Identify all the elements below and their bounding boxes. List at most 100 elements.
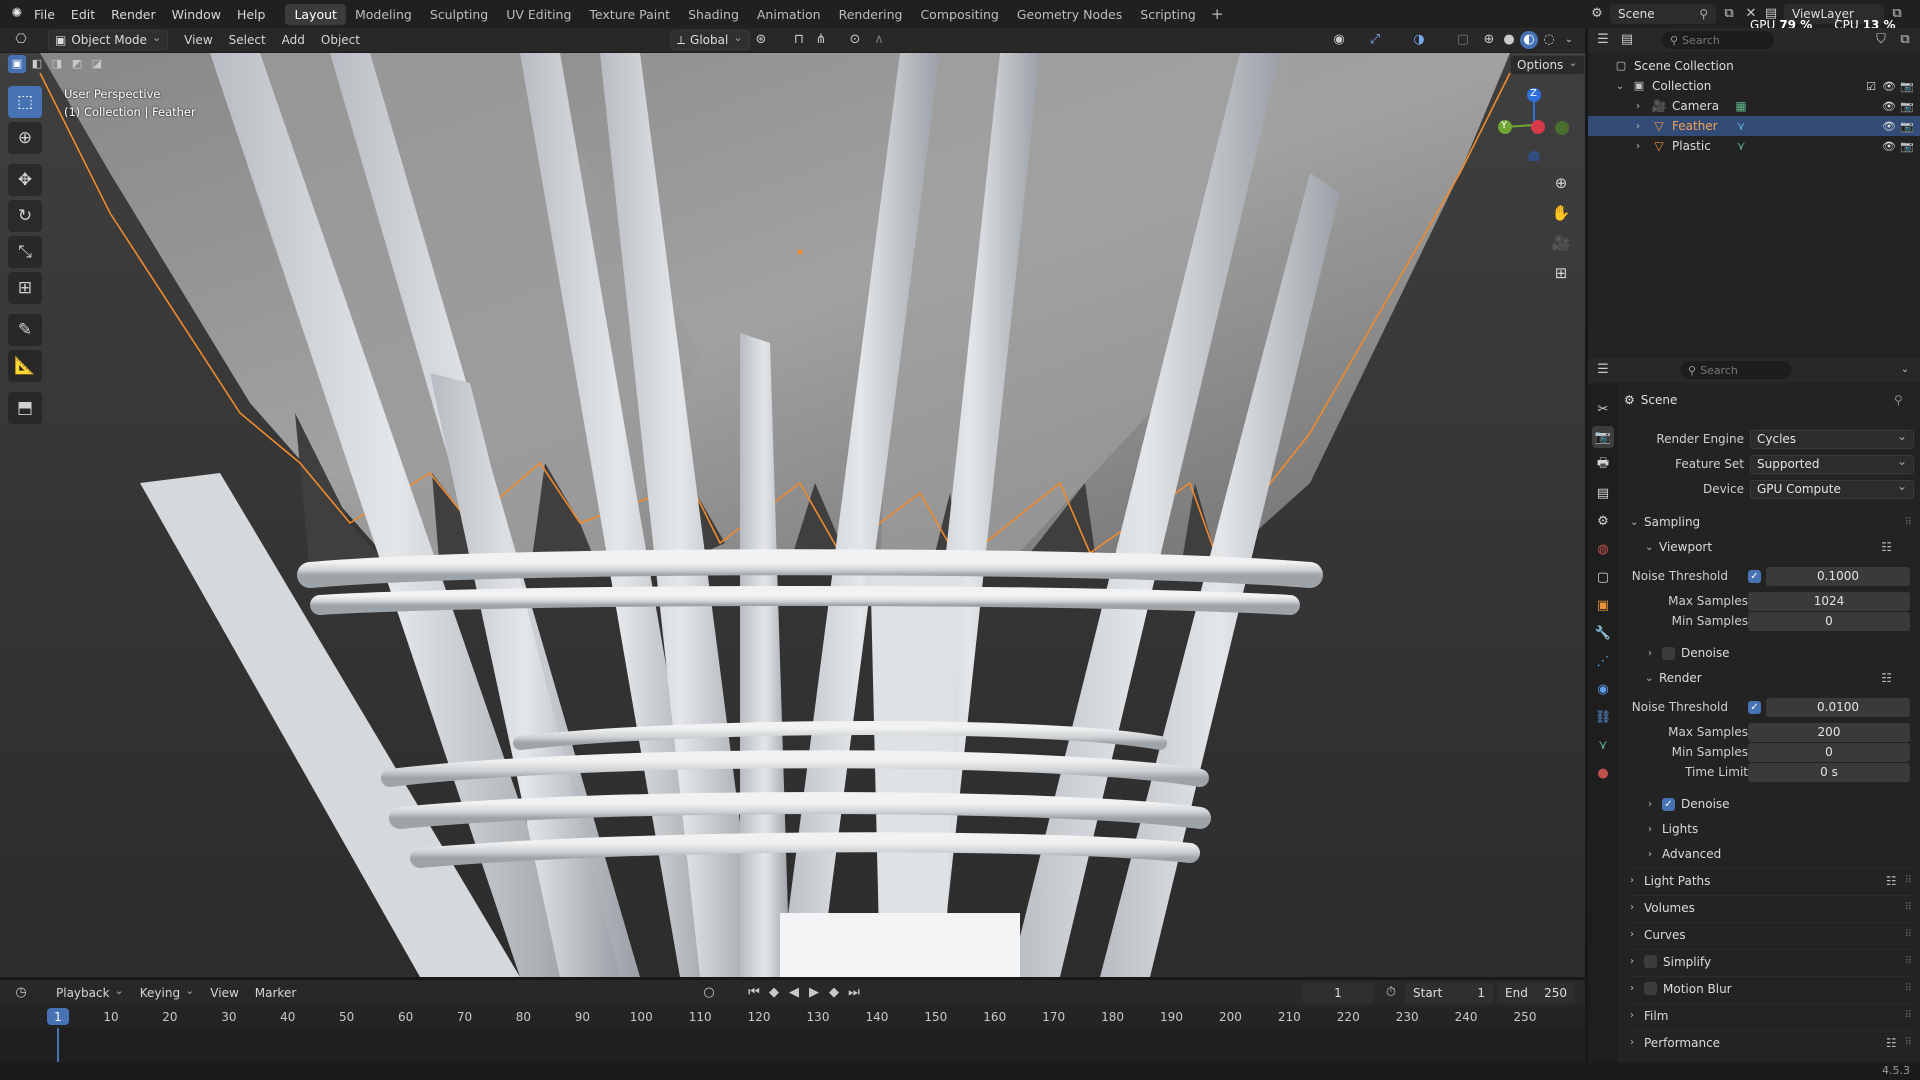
vp-denoise-subpanel[interactable]: › Denoise (1648, 641, 1912, 665)
outliner-search[interactable]: ⚲ Search (1662, 31, 1774, 49)
light-paths-panel[interactable]: › Light Paths ☷ ⠿ (1630, 868, 1912, 892)
r-max-samples-field[interactable]: 200 (1748, 722, 1910, 742)
feature-set-dropdown[interactable]: Supported (1750, 454, 1914, 474)
annotate-icon[interactable]: ✎ (8, 314, 42, 346)
zoom-icon[interactable]: ⊕ (1547, 169, 1575, 197)
drag-handle-icon[interactable]: ⠿ (1905, 517, 1912, 528)
drag-handle-icon[interactable]: ⠿ (1905, 875, 1912, 886)
navigation-gizmo[interactable]: Z Y (1490, 81, 1570, 163)
shading-rendered-icon[interactable]: ◌ (1540, 31, 1558, 49)
properties-search[interactable]: ⚲ Search (1680, 361, 1792, 379)
properties-editor-icon[interactable]: ☰ (1594, 361, 1612, 379)
object-tab-icon[interactable]: ▣ (1592, 594, 1614, 616)
lights-subpanel[interactable]: › Lights (1648, 817, 1912, 841)
collapse-arrow-icon[interactable]: ⌄ (1616, 81, 1630, 92)
render-camera-icon[interactable]: 📷 (1900, 80, 1914, 93)
presets-icon[interactable]: ☷ (1881, 540, 1892, 554)
r-noise-threshold-field[interactable]: 0.0100 (1766, 697, 1910, 717)
tab-texture-paint[interactable]: Texture Paint (580, 4, 679, 25)
shading-solid-icon[interactable]: ● (1500, 31, 1518, 49)
editor-type-icon[interactable]: ⎔ (12, 31, 30, 49)
camera-data-icon[interactable]: ▦ (1732, 97, 1750, 115)
motion-blur-panel[interactable]: › Motion Blur ⠿ (1630, 976, 1912, 1000)
render-subpanel-header[interactable]: ⌄ Render ☷ (1645, 666, 1912, 690)
snap-target-icon[interactable]: ⋔ (812, 31, 830, 49)
collection-row[interactable]: ⌄ ▣ Collection ☑ 👁 📷 (1588, 76, 1920, 96)
shading-material-icon[interactable]: ◐ (1520, 31, 1538, 49)
measure-icon[interactable]: 📐 (8, 350, 42, 382)
timeline-editor-icon[interactable]: ◷ (12, 984, 30, 1002)
eye-icon[interactable]: 👁 (1882, 140, 1896, 153)
tab-geometry-nodes[interactable]: Geometry Nodes (1008, 4, 1131, 25)
presets-icon[interactable]: ☷ (1886, 1036, 1897, 1050)
current-frame-field[interactable]: 1 (1302, 983, 1374, 1003)
timeline[interactable]: 1 10 20 30 40 50 60 70 80 90 100 110 120 130 140 150 160… (0, 1006, 1585, 1062)
new-scene-icon[interactable]: ⧉ (1720, 5, 1738, 23)
r-min-samples-field[interactable]: 0 (1748, 742, 1910, 762)
modifier-tab-icon[interactable]: 🔧 (1592, 622, 1614, 644)
menu-file[interactable]: File (26, 7, 63, 22)
grid-view-icon[interactable]: ⊞ (1547, 259, 1575, 287)
r-denoise-checkbox[interactable]: ✓ (1662, 797, 1675, 811)
play-reverse-icon[interactable]: ◀ (785, 984, 803, 1002)
chevron-down-icon[interactable]: ⌄ (1896, 361, 1914, 379)
start-frame-field[interactable]: Start 1 (1405, 983, 1493, 1003)
pin-icon[interactable]: ⚲ (1699, 7, 1708, 21)
tab-rendering[interactable]: Rendering (830, 4, 912, 25)
cursor-icon[interactable]: ⊕ (8, 122, 42, 154)
collection-checkbox-icon[interactable]: ☑ (1866, 80, 1876, 93)
proportional-edit-icon[interactable]: ⊙ (846, 31, 864, 49)
scale-icon[interactable]: ⤡ (8, 236, 42, 268)
outliner-item-feather[interactable]: › ▽ Feather ⋎ 👁 📷 (1588, 116, 1920, 136)
jump-start-icon[interactable]: ⏮ (745, 984, 763, 1002)
drag-handle-icon[interactable]: ⠿ (1905, 983, 1912, 994)
options-dropdown[interactable]: Options (1510, 55, 1585, 75)
r-noise-threshold-checkbox[interactable]: ✓ (1748, 700, 1761, 714)
vp-noise-threshold-checkbox[interactable]: ✓ (1748, 569, 1761, 583)
eye-icon[interactable]: 👁 (1882, 80, 1896, 93)
select-intersect-icon[interactable]: ◪ (88, 55, 106, 73)
timeline-menu-view[interactable]: View (202, 986, 246, 1000)
collection-tab-icon[interactable]: ▢ (1592, 566, 1614, 588)
3d-viewport[interactable]: User Perspective (1) Collection | Feathe… (0, 53, 1585, 977)
world-tab-icon[interactable]: ◍ (1592, 538, 1614, 560)
shading-wireframe-icon[interactable]: ⊕ (1480, 31, 1498, 49)
tab-modeling[interactable]: Modeling (346, 4, 421, 25)
output-tab-icon[interactable]: 🖶 (1592, 454, 1614, 476)
physics-tab-icon[interactable]: ◉ (1592, 678, 1614, 700)
expand-arrow-icon[interactable]: › (1636, 121, 1650, 132)
viewport-menu-object[interactable]: Object (313, 33, 368, 47)
sampling-panel-header[interactable]: ⌄ Sampling ⠿ (1630, 510, 1912, 534)
jump-end-icon[interactable]: ⏭ (845, 984, 863, 1002)
stopwatch-icon[interactable]: ⏱ (1382, 984, 1400, 1002)
tab-layout[interactable]: Layout (285, 3, 346, 25)
camera-view-icon[interactable]: 🎥 (1547, 229, 1575, 257)
volumes-panel[interactable]: › Volumes ⠿ (1630, 895, 1912, 919)
material-tab-icon[interactable]: ● (1592, 762, 1614, 784)
overlays-toggle-icon[interactable]: ◑ (1410, 31, 1428, 49)
tab-scripting[interactable]: Scripting (1131, 4, 1205, 25)
vp-noise-threshold-field[interactable]: 0.1000 (1766, 566, 1910, 586)
motion-blur-checkbox[interactable] (1644, 982, 1657, 995)
viewport-menu-view[interactable]: View (176, 33, 220, 47)
scene-icon[interactable]: ⚙ (1588, 5, 1606, 23)
tab-compositing[interactable]: Compositing (911, 4, 1007, 25)
scene-tab-icon[interactable]: ⚙ (1592, 510, 1614, 532)
new-collection-icon[interactable]: ⧉ (1896, 31, 1914, 49)
viewport-menu-add[interactable]: Add (274, 33, 313, 47)
tool-tab-icon[interactable]: ✂ (1592, 398, 1614, 420)
select-new-icon[interactable]: ▣ (8, 55, 26, 73)
display-mode-icon[interactable]: ▤ (1618, 31, 1636, 49)
viewport-subpanel-header[interactable]: ⌄ Viewport ☷ (1645, 535, 1912, 559)
film-panel[interactable]: › Film ⠿ (1630, 1003, 1912, 1027)
render-camera-icon[interactable]: 📷 (1900, 120, 1914, 133)
blender-logo-icon[interactable]: ✺ (8, 5, 26, 23)
outliner-item-camera[interactable]: › 🎥 Camera ▦ 👁 📷 (1588, 96, 1920, 116)
move-icon[interactable]: ✥ (8, 164, 42, 196)
drag-handle-icon[interactable]: ⠿ (1905, 929, 1912, 940)
add-workspace-icon[interactable]: + (1205, 5, 1230, 23)
transform-icon[interactable]: ⊞ (8, 272, 42, 304)
advanced-subpanel[interactable]: › Advanced (1648, 842, 1912, 866)
drag-handle-icon[interactable]: ⠿ (1905, 956, 1912, 967)
prev-keyframe-icon[interactable]: ◆ (765, 984, 783, 1002)
